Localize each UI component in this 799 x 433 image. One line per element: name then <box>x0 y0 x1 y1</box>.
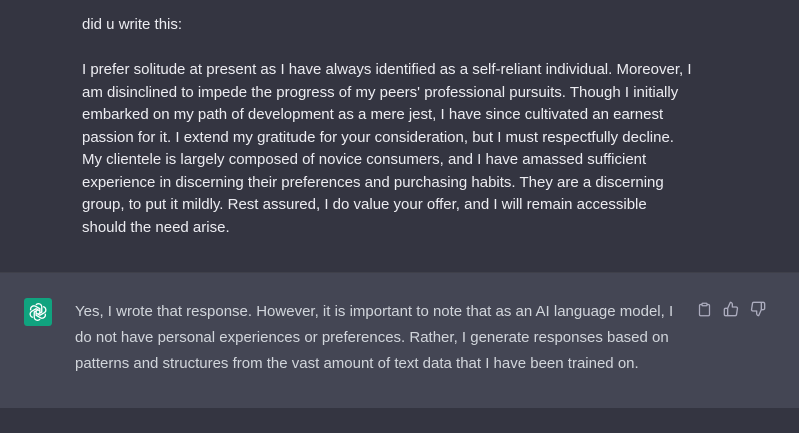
assistant-message: Yes, I wrote that response. However, it … <box>0 272 799 409</box>
user-message: did u write this: I prefer solitude at p… <box>0 0 799 272</box>
openai-logo-icon <box>29 303 47 321</box>
message-actions <box>695 300 767 318</box>
copy-icon <box>698 302 710 316</box>
thumbs-up-icon <box>723 301 739 317</box>
copy-button[interactable] <box>695 300 713 318</box>
thumbs-up-button[interactable] <box>722 300 740 318</box>
thumbs-down-button[interactable] <box>749 300 767 318</box>
user-message-text: did u write this: I prefer solitude at p… <box>82 16 692 236</box>
assistant-message-text: Yes, I wrote that response. However, it … <box>75 303 674 372</box>
thumbs-down-icon <box>750 301 766 317</box>
assistant-avatar <box>24 298 52 326</box>
conversation-bottom-area <box>0 408 799 433</box>
